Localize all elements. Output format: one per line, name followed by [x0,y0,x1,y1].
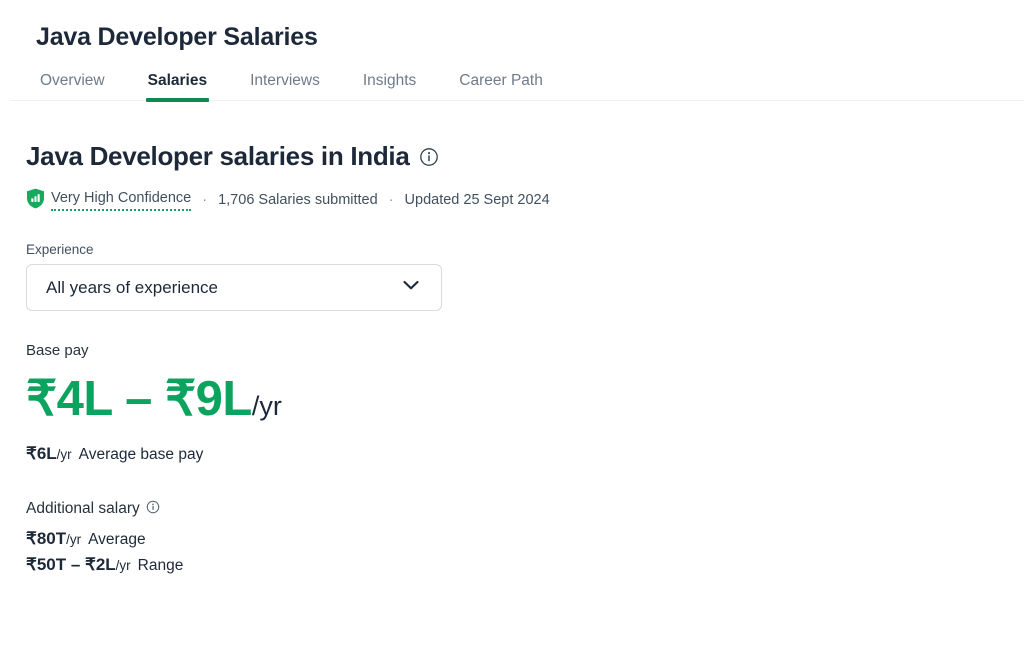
experience-filter-label: Experience [26,241,94,257]
confidence-badge[interactable]: Very High Confidence [26,188,192,213]
additional-salary-heading-row: Additional salary [26,500,1024,518]
experience-filter: Experience All years of experience [26,242,1024,311]
salary-meta-row: Very High Confidence · 1,706 Salaries su… [26,188,1024,213]
additional-salary-range-low: ₹50T [26,555,67,575]
additional-salary-range-caption: Range [137,557,184,575]
base-pay-average-amount: ₹6L [26,444,57,464]
additional-salary-range-dash: – [66,555,86,575]
salaries-main-content: Java Developer salaries in India Very Hi… [0,102,1024,575]
experience-select-value: All years of experience [46,277,218,297]
meta-separator-2: · [388,192,394,209]
meta-separator-1: · [202,192,208,209]
page-title: Java Developer Salaries [36,23,318,51]
base-pay-range-low: ₹4L [26,371,112,426]
additional-salary-range-per-unit: /yr [115,558,131,574]
base-pay-label: Base pay [26,341,89,359]
base-pay-range-high: ₹9L [164,371,252,426]
additional-salary-average-row: ₹80T/yr Average [26,529,1024,549]
additional-salary-range-row: ₹50T – ₹2L/yr Range [26,555,1024,575]
base-pay-range: ₹4L – ₹9L/yr [26,369,1024,430]
base-pay-range-dash: – [111,371,165,426]
section-title: Java Developer salaries in India [26,141,410,171]
additional-salary-label: Additional salary [26,500,140,518]
base-pay-average-per-unit: /yr [56,447,72,463]
confidence-label: Very High Confidence [51,190,192,211]
base-pay-block: Base pay ₹4L – ₹9L/yr ₹6L/yr Average base… [26,342,1024,464]
salaries-submitted-count: 1,706 Salaries submitted [218,192,378,209]
additional-salary-info-icon[interactable] [146,500,160,514]
page-header: Java Developer Salaries Overview Salarie… [0,0,1024,102]
info-icon[interactable] [419,147,439,167]
base-pay-per-unit: /yr [251,390,282,421]
tab-interviews[interactable]: Interviews [250,72,320,103]
tab-insights[interactable]: Insights [363,72,416,103]
additional-salary-range-high: ₹2L [85,555,116,575]
base-pay-average-caption: Average base pay [78,446,204,464]
section-heading-row: Java Developer salaries in India [26,102,1024,172]
additional-salary-average-caption: Average [88,531,146,549]
tab-salaries[interactable]: Salaries [145,72,210,103]
additional-salary-average-per-unit: /yr [66,532,82,548]
experience-select[interactable]: All years of experience [26,263,442,311]
additional-salary-average-amount: ₹80T [26,529,67,549]
chevron-down-icon [399,273,423,302]
tab-overview[interactable]: Overview [40,72,105,103]
base-pay-average-row: ₹6L/yr Average base pay [26,444,1024,464]
shield-bar-chart-icon [26,188,45,213]
tab-bar: Overview Salaries Interviews Insights Ca… [0,52,1024,102]
additional-salary-block: Additional salary ₹80T/yr Average ₹50T – … [26,500,1024,575]
tab-career-path[interactable]: Career Path [459,72,543,103]
last-updated-text: Updated 25 Sept 2024 [404,192,550,209]
